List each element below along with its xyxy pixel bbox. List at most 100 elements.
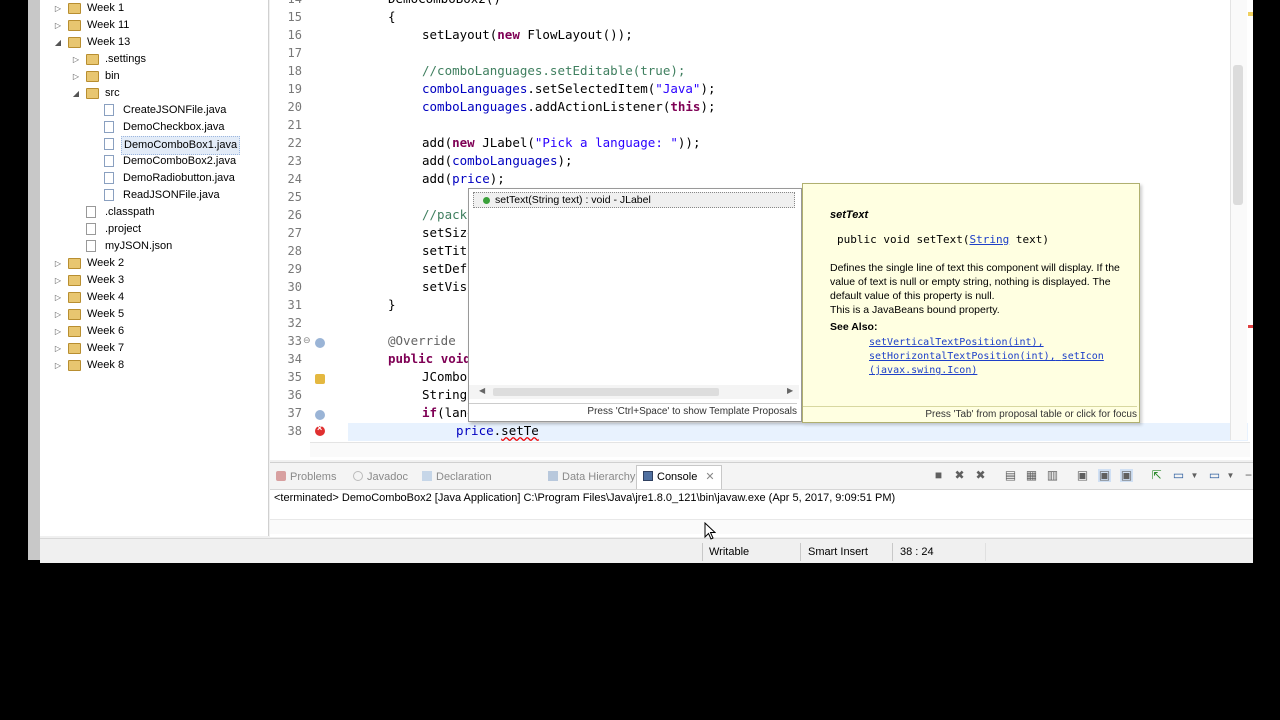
tree-item[interactable]: ▷ Week 8 [40,357,268,374]
tree-item[interactable]: ▷ bin [40,68,268,85]
show-stdout-icon[interactable]: ▣ [1098,469,1111,482]
expand-icon[interactable]: ▷ [72,51,80,68]
left-edge-strip [28,0,40,560]
warning-marker-icon[interactable] [315,374,325,384]
clear-console-icon[interactable]: ▤ [1004,469,1017,482]
doc-signature: public void setText(String text) [837,233,1049,246]
see-link[interactable]: setHorizontalTextPosition(int), [869,351,1056,362]
tree-item[interactable]: ▷ Week 2 [40,255,268,272]
sig-type-link[interactable]: String [969,233,1009,246]
tree-item[interactable]: .classpath [40,204,268,221]
assist-scroll-thumb[interactable] [493,388,719,396]
chevron-down-icon[interactable]: ▼ [1224,469,1237,482]
java-file-icon [104,189,114,201]
tree-item[interactable]: ◢ Week 13 [40,34,268,51]
tree-item[interactable]: ▷ Week 5 [40,306,268,323]
tree-item[interactable]: DemoRadiobutton.java [40,170,268,187]
scroll-left-icon[interactable]: ◀ [479,386,485,395]
tab-console[interactable]: Console ✕ [636,465,722,489]
tab-declaration[interactable]: Declaration [422,468,492,486]
line-number: 14 [270,0,302,8]
tree-item-label: Week 6 [87,325,125,337]
expand-icon[interactable]: ▷ [54,323,62,340]
code-token: @Override [388,333,456,348]
tree-item[interactable]: DemoComboBox2.java [40,153,268,170]
proposal-item[interactable]: setText(String text) : void - JLabel [473,192,795,208]
scroll-right-icon[interactable]: ▶ [787,386,793,395]
see-link[interactable]: setVerticalTextPosition(int), [869,337,1044,348]
code-token: )); [677,135,701,150]
tree-item[interactable]: ◢ src [40,85,268,102]
status-insert-mode[interactable]: Smart Insert [808,543,868,561]
javadoc-hover-popup[interactable]: setText public void setText(String text)… [802,183,1140,423]
tree-item[interactable]: CreateJSONFile.java [40,102,268,119]
tree-item[interactable]: ▷ Week 1 [40,0,268,17]
collapse-icon[interactable]: ◢ [72,85,80,102]
overview-ruler[interactable] [1248,0,1253,440]
editor-scroll-thumb[interactable] [1233,65,1243,205]
overview-mark[interactable] [1248,12,1253,16]
code-line: } [388,296,396,314]
chevron-down-icon[interactable]: ▼ [1188,469,1201,482]
tree-item[interactable]: DemoCheckbox.java [40,119,268,136]
fold-icon[interactable]: ⊖ [303,335,311,346]
override-marker-icon[interactable] [315,338,325,348]
pin-console-icon[interactable]: ⇱ [1150,469,1163,482]
override-marker-icon[interactable] [315,410,325,420]
tab-javadoc[interactable]: Javadoc [353,468,408,486]
see-link[interactable]: setIcon [1062,351,1104,362]
tab-data-hierarchy[interactable]: Data Hierarchy [548,468,635,486]
close-tab-icon[interactable]: ✕ [705,471,714,483]
tree-item-label: DemoCheckbox.java [123,121,225,133]
open-console-icon[interactable]: ▭ [1208,469,1221,482]
tree-item-label: .classpath [105,206,155,218]
expand-icon[interactable]: ▷ [54,255,62,272]
tab-problems[interactable]: Problems [276,468,336,486]
code-token: setTe [501,423,539,438]
overview-error-mark[interactable] [1248,325,1253,328]
project-folder-icon [68,309,81,320]
code-token: setLayout( [422,27,498,42]
expand-icon[interactable]: ▷ [54,272,62,289]
expand-icon[interactable]: ▷ [54,0,62,17]
minimize-icon[interactable]: − [1242,469,1253,482]
terminate-icon[interactable]: ■ [932,469,945,482]
javadoc-icon [353,471,363,481]
remove-launch-icon[interactable]: ✖ [953,469,966,482]
status-separator [800,543,801,561]
expand-icon[interactable]: ▷ [54,357,62,374]
tree-item[interactable]: ▷ Week 11 [40,17,268,34]
expand-icon[interactable]: ▷ [54,340,62,357]
console-icon [643,471,653,481]
tree-item[interactable]: myJSON.json [40,238,268,255]
code-token: "Java" [655,81,701,96]
tree-item[interactable]: ▷ Week 7 [40,340,268,357]
tree-item[interactable]: ▷ Week 6 [40,323,268,340]
tree-item[interactable]: ▷ Week 3 [40,272,268,289]
scroll-lock-icon[interactable]: ▦ [1025,469,1038,482]
expand-icon[interactable]: ▷ [54,17,62,34]
console-output: <terminated> DemoComboBox2 [Java Applica… [274,492,896,504]
show-stderr-icon[interactable]: ▣ [1120,469,1133,482]
collapse-icon[interactable]: ◢ [54,34,62,51]
show-on-output-icon[interactable]: ▣ [1076,469,1089,482]
display-console-icon[interactable]: ▭ [1172,469,1185,482]
error-marker-icon[interactable]: × [315,423,325,436]
see-link[interactable]: (javax.swing.Icon) [869,365,977,376]
console-horizontal-scrollbar[interactable] [270,519,1253,534]
tree-item[interactable]: ▷ .settings [40,51,268,68]
editor-horizontal-scrollbar[interactable] [310,442,1250,457]
tree-item[interactable]: ▷ Week 4 [40,289,268,306]
tree-item[interactable]: ReadJSONFile.java [40,187,268,204]
remove-all-icon[interactable]: ✖ [974,469,987,482]
tree-item[interactable]: DemoComboBox1.java [40,136,268,155]
expand-icon[interactable]: ▷ [54,289,62,306]
expand-icon[interactable]: ▷ [54,306,62,323]
word-wrap-icon[interactable]: ▥ [1046,469,1059,482]
tree-item[interactable]: .project [40,221,268,238]
expand-icon[interactable]: ▷ [72,68,80,85]
